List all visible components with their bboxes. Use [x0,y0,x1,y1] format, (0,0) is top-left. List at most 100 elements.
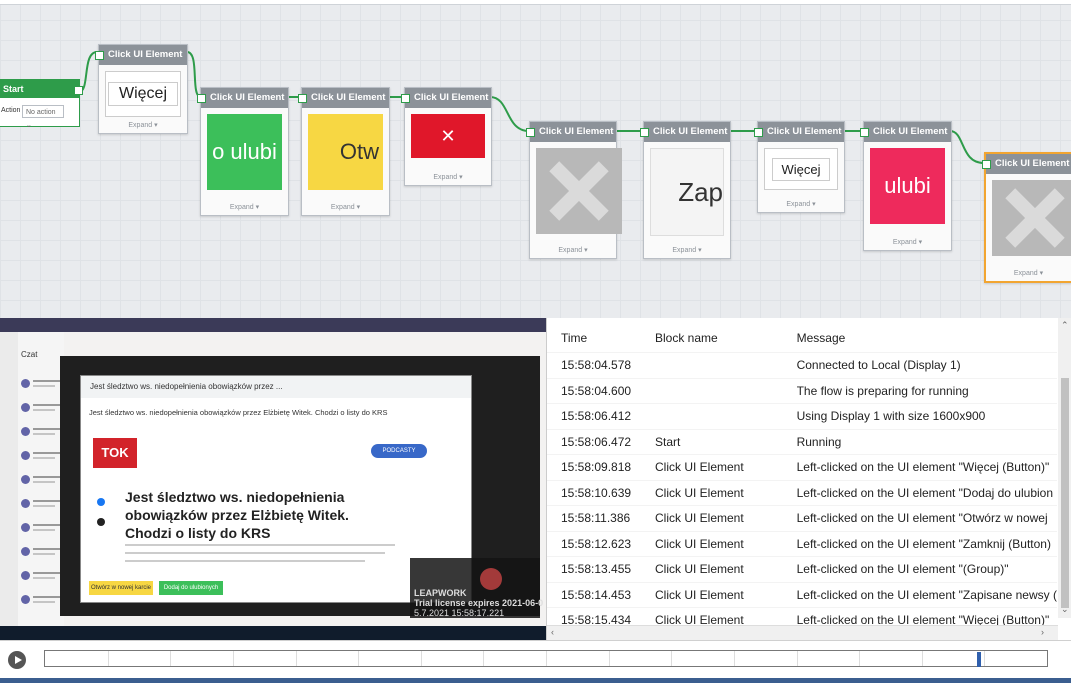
flow-canvas[interactable]: Start Action No action ⌄ Click UI Elemen… [0,0,1071,318]
expand-toggle[interactable]: Expand ▾ [405,173,491,181]
message-cell: Left-clicked on the UI element "Zapisane… [796,587,1057,602]
click-ui-element-block-4[interactable]: Click UI Element ✕ Expand ▾ [401,87,492,186]
text-line [125,560,365,562]
block-title: Click UI Element [99,45,187,65]
click-ui-element-block-1[interactable]: Click UI Element Więcej Expand ▾ [95,44,188,134]
time-cell: 15:58:11.386 [561,511,631,526]
click-ui-element-block-5[interactable]: Click UI Element Expand ▾ [526,121,622,259]
timeline-tick [984,651,985,666]
table-row[interactable]: 15:58:04.600 The flow is preparing for ru… [547,378,1057,404]
scroll-down-arrow-icon[interactable]: ⌄ [1061,604,1069,615]
input-port[interactable] [640,128,649,137]
table-row[interactable]: 15:58:06.472 Start Running [547,429,1057,455]
comment-icon[interactable] [97,518,105,526]
play-icon[interactable] [8,651,26,669]
list-item [21,544,61,560]
input-port[interactable] [95,51,104,60]
time-cell: 15:58:04.600 [561,383,632,398]
open-new-tab-button[interactable]: Otwórz w nowej karcie [89,581,153,595]
facebook-icon[interactable] [97,498,105,506]
expand-toggle[interactable]: Expand ▾ [530,246,616,254]
expand-toggle[interactable]: Expand ▾ [986,269,1071,277]
input-port[interactable] [754,128,763,137]
click-ui-element-block-8[interactable]: Click UI Element ulubi Expand ▾ [860,121,952,251]
run-log-panel[interactable]: Time Block name Message 15:58:04.578 Conn… [546,318,1071,640]
table-row[interactable]: 15:58:10.639 Click UI Element Left-clicked… [547,480,1057,506]
table-row[interactable]: 15:58:14.453 Click UI Element Left-clicked… [547,582,1057,608]
vertical-scrollbar[interactable]: ⌃ ⌄ [1058,318,1071,618]
chat-header: Czat [21,350,38,359]
list-item [21,592,61,608]
expand-toggle[interactable]: Expand ▾ [302,203,389,211]
close-icon: ✕ [440,125,456,146]
timeline-position-marker[interactable] [977,652,981,667]
click-ui-element-block-3[interactable]: Click UI Element Otw Expand ▾ [298,87,390,216]
table-row[interactable]: 15:58:11.386 Click UI Element Left-clicked… [547,505,1057,532]
text-line [125,552,385,554]
column-header-message[interactable]: Message [797,324,1057,353]
scrollbar-thumb[interactable] [1061,378,1069,608]
text-line [125,544,395,546]
element-thumbnail: ulubi [870,148,945,224]
license-line-3: 5.7.2021 15:58:17.221 [414,608,505,618]
tokfm-logo: TOK FM [93,438,137,490]
run-screenshot-preview[interactable]: Czat Jest śledztwo ws. niedopełnienia ob… [0,318,546,640]
add-favorite-button[interactable]: Dodaj do ulubionych [159,581,223,595]
start-block[interactable]: Start Action No action ⌄ [0,79,83,129]
column-header-time[interactable]: Time [547,324,655,353]
expand-toggle[interactable]: Expand ▾ [201,203,288,211]
input-port[interactable] [401,94,410,103]
input-port[interactable] [298,94,307,103]
start-block-title: Start [0,80,79,98]
timeline-tick [170,651,171,666]
block-cell [655,404,797,430]
podcasty-button[interactable]: PODCASTY [371,444,427,458]
column-header-block-name[interactable]: Block name [655,324,797,353]
time-cell: 15:58:06.412 [561,409,632,424]
message-cell: Left-clicked on the UI element "Więcej (… [796,460,1050,475]
input-port[interactable] [197,94,206,103]
block-title: Click UI Element [302,88,389,108]
list-item [21,496,61,512]
block-cell [655,353,797,379]
teams-chat-list: Czat [18,332,64,628]
list-item [21,376,61,392]
table-row[interactable]: 15:58:06.412 Using Display 1 with size 16… [547,403,1057,430]
scroll-left-arrow-icon[interactable]: ‹ [551,627,554,637]
timeline-track[interactable] [44,650,1048,667]
timeline-tick [609,651,610,666]
block-title: Click UI Element [530,122,616,142]
click-ui-element-block-2[interactable]: Click UI Element o ulubi Expand ▾ [197,87,289,216]
start-action-select[interactable]: No action ⌄ [22,105,64,129]
expand-toggle[interactable]: Expand ▾ [99,121,187,129]
message-cell: Left-clicked on the UI element "(Group)" [796,562,1009,577]
image-placeholder-icon [536,148,622,234]
click-ui-element-block-6[interactable]: Click UI Element Zap Expand ▾ [640,121,731,259]
connector-1-2 [186,51,202,98]
block-cell: Click UI Element [655,536,744,551]
input-port[interactable] [860,128,869,137]
horizontal-scrollbar[interactable]: ‹ › [547,625,1058,640]
scroll-right-arrow-icon[interactable]: › [1041,627,1044,637]
click-ui-element-block-7[interactable]: Click UI Element Więcej Expand ▾ [754,121,845,213]
time-cell: 15:58:12.623 [561,536,632,551]
message-cell: Running [796,434,842,449]
click-ui-element-block-9-selected[interactable]: Click UI Element Expand ▾ [982,152,1071,283]
block-cell: Click UI Element [655,485,744,500]
expand-toggle[interactable]: Expand ▾ [758,200,844,208]
table-row[interactable]: 15:58:12.623 Click UI Element Left-clicked… [547,531,1057,557]
table-row[interactable]: 15:58:09.818 Click UI Element Left-clicked… [547,454,1057,481]
input-port[interactable] [982,160,991,169]
time-cell: 15:58:09.818 [561,460,632,475]
expand-toggle[interactable]: Expand ▾ [644,246,730,254]
block-cell: Click UI Element [655,511,744,526]
start-action-label: Action [1,107,21,114]
expand-toggle[interactable]: Expand ▾ [864,238,951,246]
scroll-up-arrow-icon[interactable]: ⌃ [1061,320,1069,331]
timeline-tick [296,651,297,666]
start-output-port[interactable] [74,86,83,95]
table-row[interactable]: 15:58:13.455 Click UI Element Left-clicked… [547,556,1057,583]
table-row[interactable]: 15:58:04.578 Connected to Local (Display … [547,352,1057,379]
input-port[interactable] [526,128,535,137]
list-item [21,472,61,488]
